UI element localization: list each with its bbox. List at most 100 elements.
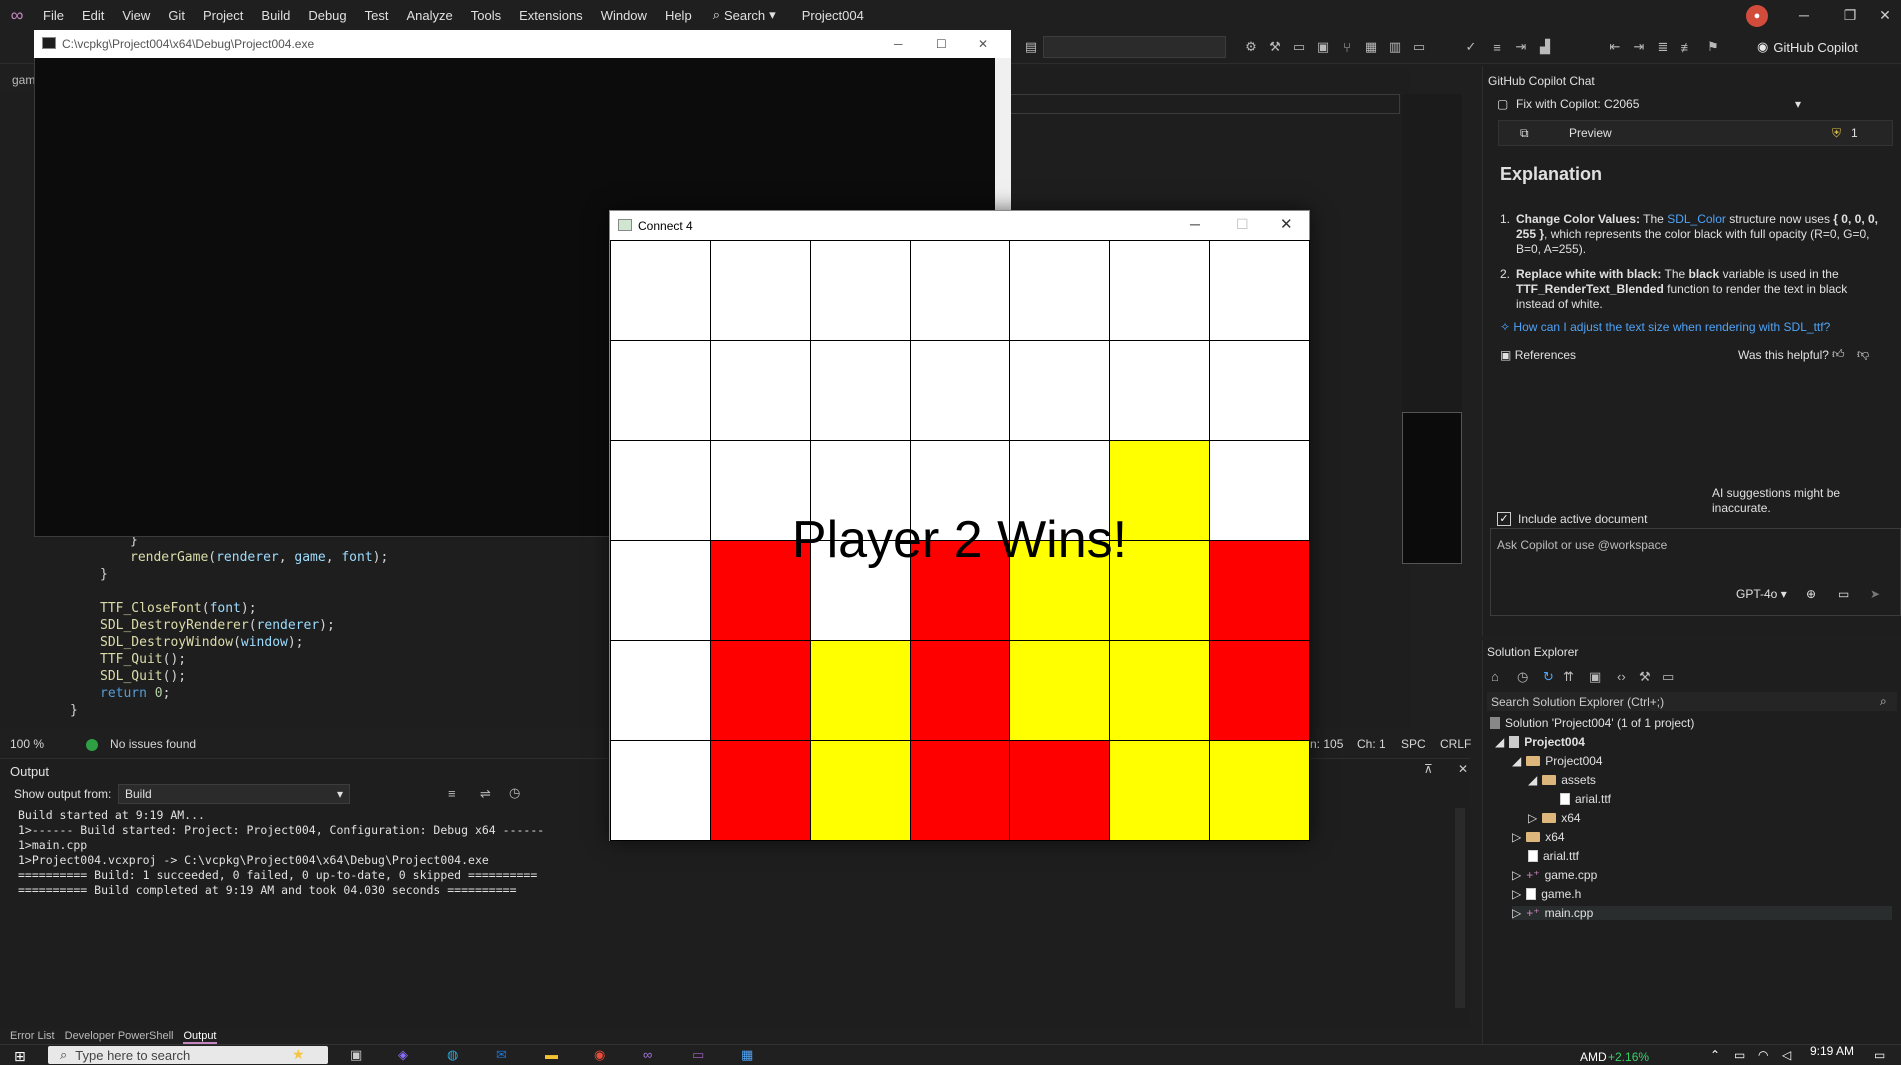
tree-project[interactable]: ◢ Project004: [1495, 735, 1585, 749]
output-source-select[interactable]: Build ▾: [118, 784, 350, 804]
board-cell-empty[interactable]: [809, 340, 911, 441]
wifi-icon[interactable]: ◠: [1758, 1048, 1768, 1062]
minimize-icon[interactable]: ─: [1781, 0, 1827, 30]
suggestion-link[interactable]: ✧ How can I adjust the text size when re…: [1500, 320, 1830, 335]
toolbar-window-icon[interactable]: ▭: [1290, 38, 1308, 56]
board-cell-yellow[interactable]: [1109, 640, 1211, 741]
board-cell-empty[interactable]: [610, 540, 711, 641]
board-cell-yellow[interactable]: [1009, 640, 1111, 741]
board-cell-empty[interactable]: [1009, 440, 1111, 541]
attach-icon[interactable]: ⊕: [1806, 587, 1816, 602]
expand-icon[interactable]: ▭: [1838, 587, 1849, 602]
bookmark-icon[interactable]: ⚑: [1704, 38, 1722, 56]
menu-help[interactable]: Help: [656, 8, 701, 23]
visual-studio-icon[interactable]: ∞: [643, 1047, 652, 1062]
board-cell-empty[interactable]: [809, 240, 911, 341]
show-all-icon[interactable]: ▣: [1589, 669, 1601, 685]
tree-folder-x64-inner[interactable]: ▷ x64: [1528, 811, 1581, 825]
preview-icon[interactable]: ▭: [1662, 669, 1674, 685]
board-cell-empty[interactable]: [909, 240, 1011, 341]
menu-analyze[interactable]: Analyze: [397, 8, 461, 23]
toolbar-layout-icon[interactable]: ▦: [1362, 38, 1380, 56]
line-ending-indicator[interactable]: CRLF: [1440, 737, 1471, 751]
tree-file-arial-inner[interactable]: arial.ttf: [1560, 792, 1611, 806]
board-cell-empty[interactable]: [909, 440, 1011, 541]
copilot-app-icon[interactable]: ◈: [398, 1047, 408, 1063]
menu-project[interactable]: Project: [194, 8, 252, 23]
toolbar-record-icon[interactable]: ▣: [1314, 38, 1332, 56]
include-document-checkbox[interactable]: ✓: [1497, 512, 1511, 526]
menu-window[interactable]: Window: [592, 8, 656, 23]
board-cell-empty[interactable]: [610, 340, 711, 441]
weather-icon[interactable]: ★: [292, 1046, 305, 1063]
board-cell-empty[interactable]: [1209, 340, 1310, 441]
toolbar-branch-icon[interactable]: ⑂: [1338, 38, 1356, 56]
home-icon[interactable]: ⌂: [1491, 669, 1499, 684]
whitespace-indicator[interactable]: SPC: [1401, 737, 1426, 751]
menu-build[interactable]: Build: [252, 8, 299, 23]
configuration-dropdown[interactable]: [1043, 36, 1226, 58]
board-cell-empty[interactable]: [610, 440, 711, 541]
github-copilot-button[interactable]: ◉ GitHub Copilot: [1757, 36, 1858, 58]
minimap-viewport[interactable]: [1402, 412, 1462, 564]
menu-edit[interactable]: Edit: [73, 8, 113, 23]
battery-icon[interactable]: ▭: [1734, 1048, 1745, 1062]
chrome-icon[interactable]: ◉: [594, 1047, 605, 1063]
console-title-bar[interactable]: C:\vcpkg\Project004\x64\Debug\Project004…: [34, 30, 1011, 58]
history-icon[interactable]: ◷: [1517, 669, 1528, 685]
task-view-icon[interactable]: ▣: [350, 1047, 362, 1063]
tab-developer-powershell[interactable]: Developer PowerShell: [65, 1030, 174, 1044]
app-window-icon[interactable]: ▦: [741, 1047, 753, 1063]
thumbs-down-icon[interactable]: 👎︎: [1857, 347, 1869, 362]
toolbar-indent-icon[interactable]: ⇥: [1512, 38, 1530, 56]
menu-extensions[interactable]: Extensions: [510, 8, 592, 23]
board-cell-yellow[interactable]: [1109, 740, 1211, 841]
board-cell-empty[interactable]: [909, 340, 1011, 441]
tab-game[interactable]: gam: [12, 73, 35, 87]
close-icon[interactable]: ✕: [1280, 215, 1293, 233]
zoom-level[interactable]: 100 %: [10, 737, 44, 751]
toolbar-folder-icon[interactable]: ▤: [1022, 38, 1040, 56]
volume-icon[interactable]: ◁: [1782, 1048, 1791, 1062]
board-cell-yellow[interactable]: [1009, 540, 1111, 641]
tree-solution[interactable]: Solution 'Project004' (1 of 1 project): [1490, 716, 1694, 730]
close-panel-icon[interactable]: ✕: [1458, 762, 1468, 776]
toolbar-align-icon[interactable]: ≡: [1488, 38, 1506, 56]
game-board[interactable]: [610, 240, 1310, 841]
tree-folder-assets[interactable]: ◢ assets: [1528, 773, 1596, 787]
board-cell-empty[interactable]: [1109, 240, 1211, 341]
toolbar-comment-icon[interactable]: ≣: [1654, 38, 1672, 56]
board-cell-yellow[interactable]: [809, 740, 911, 841]
avatar[interactable]: ●: [1746, 5, 1768, 27]
board-cell-red[interactable]: [709, 640, 811, 741]
refresh-icon[interactable]: ↻: [1543, 669, 1554, 685]
close-icon[interactable]: ✕: [978, 37, 988, 51]
toolbar-indent2-icon[interactable]: ⇥: [1630, 38, 1648, 56]
properties-icon[interactable]: ⚒: [1639, 669, 1651, 685]
board-cell-red[interactable]: [1209, 640, 1310, 741]
navigation-dropdown[interactable]: [1010, 94, 1400, 114]
notifications-icon[interactable]: ▭: [1874, 1048, 1885, 1062]
thread-title[interactable]: Fix with Copilot: C2065: [1516, 97, 1639, 112]
file-explorer-icon[interactable]: ▬: [545, 1047, 558, 1062]
board-cell-empty[interactable]: [610, 240, 711, 341]
copy-icon[interactable]: ⧉: [1520, 126, 1529, 141]
board-cell-empty[interactable]: [709, 340, 811, 441]
board-cell-yellow[interactable]: [1109, 440, 1211, 541]
menu-git[interactable]: Git: [159, 8, 194, 23]
toolbar-layout2-icon[interactable]: ▥: [1386, 38, 1404, 56]
solution-search-input[interactable]: Search Solution Explorer (Ctrl+;) ⌕: [1487, 692, 1897, 711]
board-cell-yellow[interactable]: [1209, 740, 1310, 841]
clock-time[interactable]: 9:19 AM: [1810, 1044, 1854, 1058]
clear-all-icon[interactable]: ≡: [448, 786, 456, 801]
maximize-icon[interactable]: ☐: [1236, 216, 1249, 233]
board-cell-empty[interactable]: [709, 240, 811, 341]
board-cell-empty[interactable]: [709, 440, 811, 541]
tray-chevron-icon[interactable]: ⌃: [1710, 1048, 1720, 1062]
board-cell-red[interactable]: [909, 540, 1011, 641]
board-cell-red[interactable]: [709, 540, 811, 641]
board-cell-empty[interactable]: [1109, 340, 1211, 441]
toolbar-outdent-icon[interactable]: ⇤: [1606, 38, 1624, 56]
tab-output[interactable]: Output: [183, 1030, 217, 1044]
menu-test[interactable]: Test: [356, 8, 398, 23]
